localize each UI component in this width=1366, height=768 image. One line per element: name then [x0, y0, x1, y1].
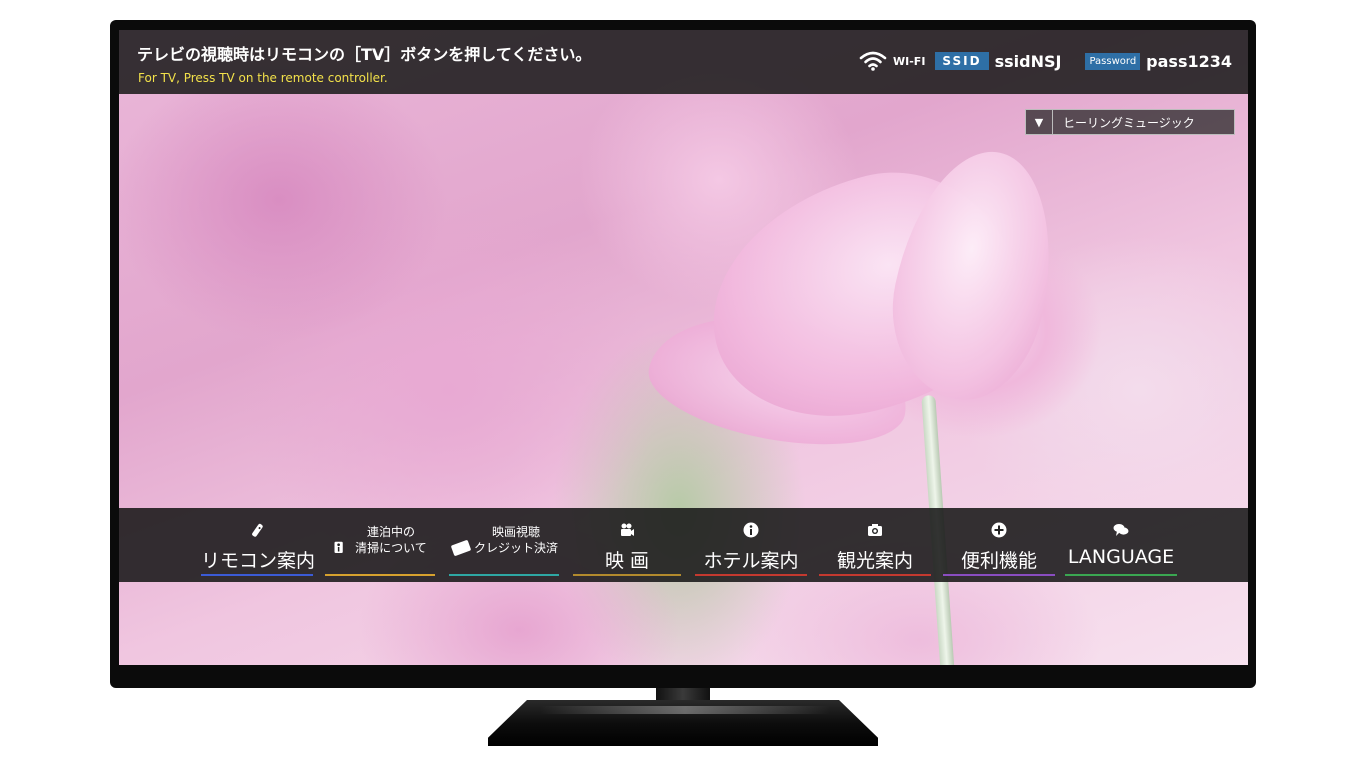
- menu-label: 映画視聴 クレジット決済: [473, 524, 559, 556]
- tv-notice-english: For TV, Press TV on the remote controlle…: [138, 71, 388, 85]
- wifi-icon: [859, 51, 887, 71]
- camera-icon: [868, 524, 882, 536]
- menu-item-movie-credit[interactable]: 映画視聴 クレジット決済: [449, 516, 559, 578]
- menu-item-hotel-guide[interactable]: ホテル案内: [695, 516, 807, 578]
- ssid-value: ssidNSJ: [994, 51, 1062, 71]
- menu-label: 便利機能: [960, 550, 1037, 572]
- menu-label: ホテル案内: [703, 550, 799, 572]
- music-label: ヒーリングミュージック: [1063, 115, 1195, 130]
- menu-label: 連泊中の 清掃について: [347, 524, 435, 556]
- music-selector[interactable]: ▼ ヒーリングミュージック: [1025, 109, 1235, 135]
- menu-item-sightseeing[interactable]: 観光案内: [819, 516, 931, 578]
- info-header: テレビの視聴時はリモコンの［TV］ボタンを押してください。 For TV, Pr…: [119, 30, 1248, 94]
- menu-underline: [201, 574, 313, 576]
- menu-underline: [573, 574, 681, 576]
- password-value: pass1234: [1146, 51, 1232, 71]
- movie-camera-icon: [621, 523, 634, 536]
- wifi-label: WI-FI: [893, 54, 926, 68]
- menu-label-line1: 映画視聴: [491, 525, 540, 539]
- menu-label: リモコン案内: [201, 550, 316, 572]
- tv-notice-japanese: テレビの視聴時はリモコンの［TV］ボタンを押してください。: [137, 45, 592, 64]
- menu-item-movies[interactable]: 映 画: [573, 516, 681, 578]
- cleaning-tag-icon: [334, 541, 343, 553]
- menu-underline: [695, 574, 807, 576]
- info-icon: [743, 522, 759, 538]
- menu-label: 映 画: [604, 550, 650, 572]
- menu-underline: [325, 574, 435, 576]
- menu-underline: [449, 574, 559, 576]
- menu-label: LANGUAGE: [1067, 546, 1175, 568]
- menu-underline: [943, 574, 1055, 576]
- ssid-badge: SSID: [935, 52, 989, 70]
- menu-item-convenient-features[interactable]: 便利機能: [943, 516, 1055, 578]
- password-badge: Password: [1085, 52, 1141, 70]
- menu-underline: [1065, 574, 1177, 576]
- wifi-info: WI-FI SSID ssidNSJ Password pass1234: [859, 49, 1232, 73]
- menu-item-language[interactable]: LANGUAGE: [1065, 516, 1177, 578]
- menu-label-line2: クレジット決済: [473, 541, 558, 555]
- menu-item-cleaning-info[interactable]: 連泊中の 清掃について: [325, 516, 435, 578]
- menu-label: 観光案内: [836, 550, 913, 572]
- menu-label-line1: 連泊中の: [366, 525, 415, 539]
- plus-circle-icon: [991, 522, 1007, 538]
- dropdown-arrow-icon[interactable]: ▼: [1026, 110, 1053, 134]
- tv-stand-shine: [540, 706, 830, 714]
- main-menu: リモコン案内 連泊中の 清掃について 映画視聴 クレジット決済 映 画 ホテル案…: [119, 508, 1248, 582]
- remote-icon: [252, 523, 263, 537]
- menu-underline: [819, 574, 931, 576]
- menu-item-remote-guide[interactable]: リモコン案内: [201, 516, 316, 578]
- credit-card-icon: [451, 540, 471, 556]
- chat-bubbles-icon: [1113, 524, 1129, 536]
- menu-label-line2: 清掃について: [355, 541, 427, 555]
